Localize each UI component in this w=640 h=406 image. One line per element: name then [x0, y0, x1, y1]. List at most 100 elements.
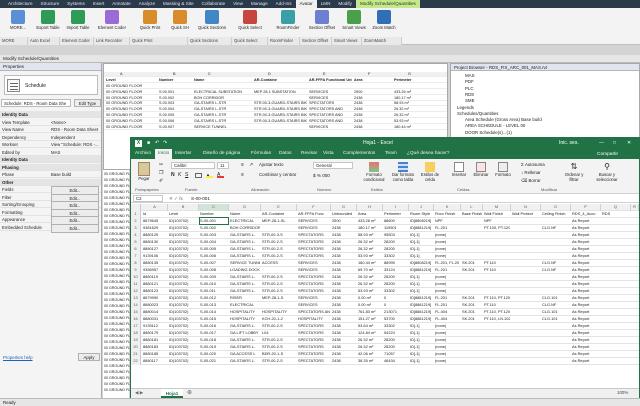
schedule-cell[interactable]: 2438 [354, 107, 392, 111]
cell[interactable]: S-00-014 [200, 309, 228, 315]
cell[interactable]: (none) [435, 344, 460, 350]
schedule-header-cell[interactable]: Perimeter [394, 78, 445, 82]
cell[interactable]: ID(103702) [169, 302, 198, 308]
cell[interactable]: PT.110 [484, 260, 510, 266]
type-selector[interactable]: Schedule [4, 75, 98, 95]
row-number[interactable]: 5 [131, 239, 141, 246]
cell[interactable]: 2438 [332, 351, 356, 357]
cell[interactable]: As Report [572, 351, 600, 357]
column-header[interactable]: G [331, 204, 357, 211]
select-all-corner[interactable] [131, 204, 141, 211]
cell[interactable]: 33302 [384, 288, 408, 294]
maximize-icon[interactable]: □ [613, 138, 616, 149]
cell[interactable]: SPECTATORS [298, 246, 330, 252]
property-row[interactable]: Edited by MAS [0, 149, 101, 156]
cell[interactable]: HOSPITALITY [262, 309, 296, 315]
cell[interactable]: SK.201 [462, 260, 482, 266]
cell[interactable]: (none) [435, 330, 460, 336]
cell[interactable]: 54224 [384, 330, 408, 336]
cell[interactable]: As Report [572, 260, 600, 266]
schedule-cell[interactable]: 00 GROUND FLOOR [106, 101, 157, 105]
cell[interactable]: CLG.NF [542, 225, 570, 231]
schedule-header-cell[interactable]: Number [159, 78, 192, 82]
table-row[interactable]: 9 9356957 ID(103702) S-00-008 LOADING DOCK SE… [131, 267, 639, 274]
cell[interactable]: 2438 [332, 295, 356, 301]
cell[interactable]: As Report [572, 295, 600, 301]
ribbon-button-more[interactable]: MORE... [4, 10, 32, 30]
header-cell[interactable]: AR-Containe [262, 211, 296, 217]
ribbon-button-zoom-match[interactable]: Zoom Match [370, 10, 398, 30]
header-cell[interactable]: RDS [602, 211, 630, 217]
cell[interactable]: STR-00-2-S [262, 337, 296, 343]
cell[interactable]: 28200 [384, 281, 408, 287]
column-header[interactable]: D [229, 204, 261, 211]
cell[interactable]: SERVICES [298, 302, 330, 308]
excel-tab-complementos[interactable]: Complementos [343, 149, 375, 159]
column-header[interactable]: N [511, 204, 541, 211]
header-cell[interactable]: Wall Protect [512, 211, 540, 217]
cell[interactable]: ID(103702) [169, 225, 198, 231]
copy-icon[interactable]: ❐ [159, 170, 163, 176]
row-number[interactable]: 7 [131, 253, 141, 260]
property-row[interactable]: View Name RDS - Room Data Sheet [0, 126, 101, 133]
delete-cells-button[interactable]: Eliminar [471, 162, 491, 177]
cell[interactable]: STR-00-2-S [262, 253, 296, 259]
undo-icon[interactable]: ↶ [155, 138, 159, 149]
cell[interactable]: 88600 [384, 218, 408, 224]
cell[interactable]: ID(103702) [169, 253, 198, 259]
cell[interactable]: 8880117 [143, 358, 167, 364]
schedule-cell[interactable]: BOH CORRIDOR [194, 96, 252, 100]
schedule-row[interactable]: 00 GROUND FLOOR S.00.004 GA-STAIRS L-STR ST… [104, 107, 447, 113]
cell[interactable]: SERVICES [298, 225, 330, 231]
schedule-cell[interactable]: 00 GROUND FLOOR [106, 107, 157, 111]
cell[interactable]: GA-STAIRS L- [230, 239, 260, 245]
schedule-cell[interactable]: STR.00-3-GUARD-STAIRS BIK [254, 119, 307, 123]
column-header[interactable]: A [142, 204, 168, 211]
cell[interactable]: 8880185 [143, 351, 167, 357]
schedule-cell[interactable]: 433.26 m² [394, 90, 445, 94]
excel-tab-insertar[interactable]: Insertar [175, 149, 191, 159]
schedule-cell[interactable]: 26.32 m² [394, 113, 445, 117]
formula-input[interactable]: S-00-001 [191, 194, 210, 203]
revit-tab-manage[interactable]: Manage [247, 0, 272, 8]
row-number[interactable]: 17 [131, 323, 141, 330]
cell[interactable]: 33124 [384, 267, 408, 273]
schedule-header-cell[interactable]: Level [106, 78, 157, 82]
cell[interactable]: 2438 [332, 337, 356, 343]
font-size-box[interactable]: 11 [217, 162, 229, 169]
cell[interactable]: FL.201 [435, 225, 460, 231]
cell[interactable]: 8880181 [143, 337, 167, 343]
cell[interactable]: SK.201 [462, 295, 482, 301]
schedule-cell[interactable]: 180.44 m² [394, 125, 445, 129]
cell[interactable]: 28200 [384, 239, 408, 245]
row-number[interactable]: 1 [131, 211, 141, 218]
cell[interactable]: As Report [572, 316, 600, 322]
schedule-cell[interactable]: SERVICE TUNNEL [194, 125, 252, 129]
view-selector[interactable]: Schedule: RDS - Room Data She [1, 99, 71, 107]
cell[interactable]: 42.06 m² [358, 351, 382, 357]
schedule-row[interactable]: 00 GROUND FLOOR S.00.003 GA-STAIRS L-STR ST… [104, 101, 447, 107]
column-header[interactable]: P [571, 204, 601, 211]
browser-item[interactable]: PLC [465, 86, 474, 92]
cell[interactable]: ID[-1] [410, 337, 433, 343]
cell[interactable]: S-00-008 [200, 267, 228, 273]
schedule-cell[interactable]: SPECTATORS AND [309, 113, 352, 117]
column-header[interactable]: K [434, 204, 461, 211]
cell[interactable]: SPECTATORS [298, 351, 330, 357]
property-row[interactable]: Phase Base build [0, 171, 101, 178]
header-cell[interactable]: Base Finish [462, 211, 482, 217]
number-format-box[interactable]: General [313, 162, 353, 169]
cell[interactable]: SPECTATORS [298, 358, 330, 364]
row-number[interactable]: 8 [131, 260, 141, 267]
cell[interactable]: As Report [572, 239, 600, 245]
ribbon-button-quick-print[interactable]: Quick Print [136, 10, 164, 30]
align-top-icon[interactable]: ≡ [241, 162, 244, 168]
property-row[interactable]: View Template <None> [0, 119, 101, 126]
cell[interactable]: S-00-021 [200, 358, 228, 364]
cell[interactable]: ID[-1] [410, 253, 433, 259]
row-number[interactable]: 15 [131, 309, 141, 316]
table-row[interactable]: 17 9139112 ID(103702) S-00-016 GA-STAIRS L- S… [131, 323, 639, 330]
minimize-icon[interactable]: — [599, 138, 604, 149]
table-row[interactable]: 19 8880181 ID(103702) S-00-018 GA-STAIRS L- S… [131, 337, 639, 344]
cell[interactable]: GA-STAIRS L- [230, 358, 260, 364]
